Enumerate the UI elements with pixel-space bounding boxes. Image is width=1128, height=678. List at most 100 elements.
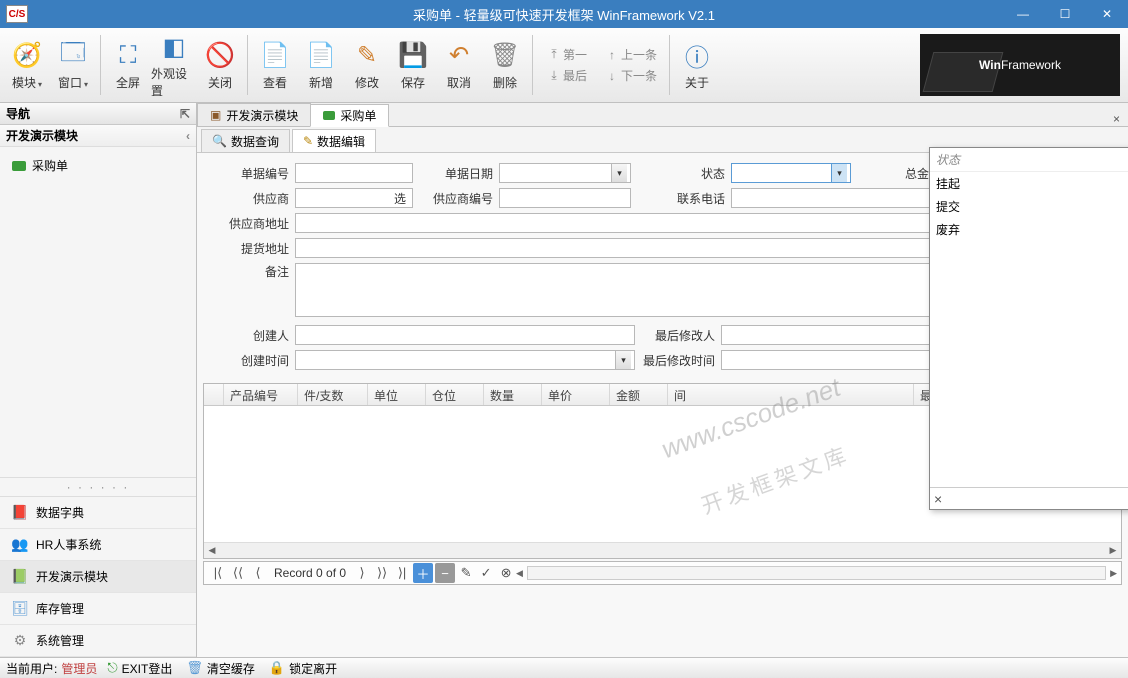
input-create-time[interactable]: ▾ [295, 350, 635, 370]
label-doc-no: 单据编号 [215, 165, 295, 182]
lock-button[interactable]: 🔒锁定离开 [269, 660, 337, 677]
trash-icon: 🗑 [186, 660, 203, 676]
record-navigator: |⟨ ⟨⟨ ⟨ Record 0 of 0 ⟩ ⟩⟩ ⟩| ＋ − ✎ ✓ ⊗ … [203, 561, 1122, 585]
nav-icon: 🗄 [10, 600, 30, 617]
fullscreen-button[interactable]: ⛶全屏 [105, 31, 151, 99]
nav-tree-item-purchase[interactable]: 采购单 [4, 153, 192, 178]
exit-icon: ⎋ [107, 660, 117, 676]
nav-confirm-button[interactable]: ✓ [476, 563, 496, 583]
pin-icon[interactable]: ⇱ [180, 107, 190, 121]
nav-prev-button[interactable]: ⟨ [248, 563, 268, 583]
tab-demo-module[interactable]: ▣ 开发演示模块 [197, 103, 311, 126]
dropdown-close-button[interactable]: × [934, 491, 942, 507]
input-doc-no[interactable] [295, 163, 413, 183]
dropdown-icon[interactable]: ▾ [615, 351, 631, 369]
tab-purchase[interactable]: 采购单 [310, 104, 389, 127]
nav-tree-label: 采购单 [32, 157, 68, 174]
window-title: 采购单 - 轻量级可快速开发框架 WinFramework V2.1 [413, 5, 715, 24]
scrollbar-horizontal[interactable]: ◀▶ [204, 542, 1121, 558]
dropdown-icon[interactable]: ▾ [831, 164, 847, 182]
current-user-label: 当前用户: [6, 660, 57, 677]
chevron-left-icon[interactable]: ‹ [186, 129, 190, 143]
nav-edit-button[interactable]: ✎ [456, 563, 476, 583]
nav-bottom-label: 开发演示模块 [36, 568, 108, 585]
statusbar: 当前用户: 管理员 ⎋EXIT登出 🗑清空缓存 🔒锁定离开 [0, 657, 1128, 678]
input-creator[interactable] [295, 325, 635, 345]
nav-last-button[interactable]: ⟩| [392, 563, 412, 583]
next-record-button[interactable]: ↓下一条 [595, 65, 665, 86]
nav-next-page-button[interactable]: ⟩⟩ [372, 563, 392, 583]
grid-col-4[interactable]: 数量 [484, 384, 542, 405]
grid-col-1[interactable]: 件/支数 [298, 384, 368, 405]
minimize-button[interactable]: — [1002, 0, 1044, 28]
nav-group-header[interactable]: 开发演示模块 ‹ [0, 125, 196, 147]
nav-bottom-item-1[interactable]: 👥HR人事系统 [0, 529, 196, 561]
record-text: Record 0 of 0 [274, 566, 346, 580]
dropdown-item-submit[interactable]: 提交 [930, 195, 1128, 218]
current-user: 管理员 [61, 660, 97, 677]
pick-button[interactable]: 选 [391, 190, 409, 207]
nav-add-button[interactable]: ＋ [413, 563, 433, 583]
nav-bottom-label: HR人事系统 [36, 536, 101, 553]
label-last-edit-time: 最后修改时间 [635, 352, 721, 369]
appearance-button[interactable]: ◧外观设置 [151, 31, 197, 99]
input-supplier[interactable]: 选 [295, 188, 413, 208]
close-button[interactable]: 🚫关闭 [197, 31, 243, 99]
edit-button[interactable]: ✎修改 [344, 31, 390, 99]
dropdown-item-suspend[interactable]: 挂起 [930, 172, 1128, 195]
close-window-button[interactable]: ✕ [1086, 0, 1128, 28]
nav-prev-page-button[interactable]: ⟨⟨ [228, 563, 248, 583]
nav-icon: 📕 [10, 504, 30, 521]
nav-bottom-item-2[interactable]: 📗 开发演示模块 [0, 561, 196, 593]
input-supplier-no[interactable] [499, 188, 631, 208]
input-doc-date[interactable]: ▾ [499, 163, 631, 183]
window-button[interactable]: 🗔窗口 [50, 31, 96, 99]
nav-cancel-button[interactable]: ⊗ [496, 563, 516, 583]
label-supplier-addr: 供应商地址 [215, 215, 295, 232]
label-supplier-no: 供应商编号 [413, 190, 499, 207]
add-button[interactable]: 📄新增 [298, 31, 344, 99]
nav-bottom-item-0[interactable]: 📕数据字典 [0, 497, 196, 529]
grid-col-5[interactable]: 单价 [542, 384, 610, 405]
dropdown-icon[interactable]: ▾ [611, 164, 627, 182]
nav-first-button[interactable]: |⟨ [208, 563, 228, 583]
cancel-button[interactable]: ↶取消 [436, 31, 482, 99]
first-record-button[interactable]: ⤒第一 [537, 44, 595, 65]
close-tab-button[interactable]: × [1105, 112, 1128, 126]
grid-col-7[interactable]: 间 [668, 384, 914, 405]
lock-icon: 🔒 [269, 660, 285, 676]
main-area: ▣ 开发演示模块 采购单 × 🔍数据查询 ✎数据编辑 单据编号 单据日期 ▾ 状… [197, 103, 1128, 657]
module-button[interactable]: 🧭模块 [4, 31, 50, 99]
grid-col-6[interactable]: 金额 [610, 384, 668, 405]
prev-record-button[interactable]: ↑上一条 [595, 44, 665, 65]
grid-col-2[interactable]: 单位 [368, 384, 426, 405]
save-button[interactable]: 💾保存 [390, 31, 436, 99]
sub-tab-edit[interactable]: ✎数据编辑 [292, 129, 376, 152]
nav-next-button[interactable]: ⟩ [352, 563, 372, 583]
last-record-button[interactable]: ⤓最后 [537, 65, 595, 86]
nav-tree: 采购单 [0, 147, 196, 184]
module-icon [323, 111, 335, 120]
label-remark: 备注 [215, 263, 295, 280]
exit-button[interactable]: ⎋EXIT登出 [107, 660, 172, 677]
scrollbar-horizontal[interactable] [527, 566, 1106, 580]
grid-col-3[interactable]: 仓位 [426, 384, 484, 405]
nav-expand-dots[interactable]: · · · · · · [0, 477, 196, 497]
nav-icon: 📗 [10, 568, 30, 585]
delete-button[interactable]: 🗑删除 [482, 31, 528, 99]
view-button[interactable]: 📄查看 [252, 31, 298, 99]
dropdown-item-discard[interactable]: 废弃 [930, 218, 1128, 241]
input-status[interactable]: ▾ [731, 163, 851, 183]
search-icon: 🔍 [212, 134, 227, 148]
nav-remove-button[interactable]: − [435, 563, 455, 583]
sub-tab-query[interactable]: 🔍数据查询 [201, 129, 290, 152]
label-doc-date: 单据日期 [413, 165, 499, 182]
grid-col-0[interactable]: 产品编号 [224, 384, 298, 405]
nav-bottom-item-4[interactable]: ⚙系统管理 [0, 625, 196, 657]
clear-cache-button[interactable]: 🗑清空缓存 [186, 660, 255, 677]
about-button[interactable]: ⓘ关于 [674, 31, 720, 99]
nav-bottom-item-3[interactable]: 🗄库存管理 [0, 593, 196, 625]
book-icon: ▣ [210, 108, 221, 122]
maximize-button[interactable]: ☐ [1044, 0, 1086, 28]
label-phone: 联系电话 [631, 190, 731, 207]
